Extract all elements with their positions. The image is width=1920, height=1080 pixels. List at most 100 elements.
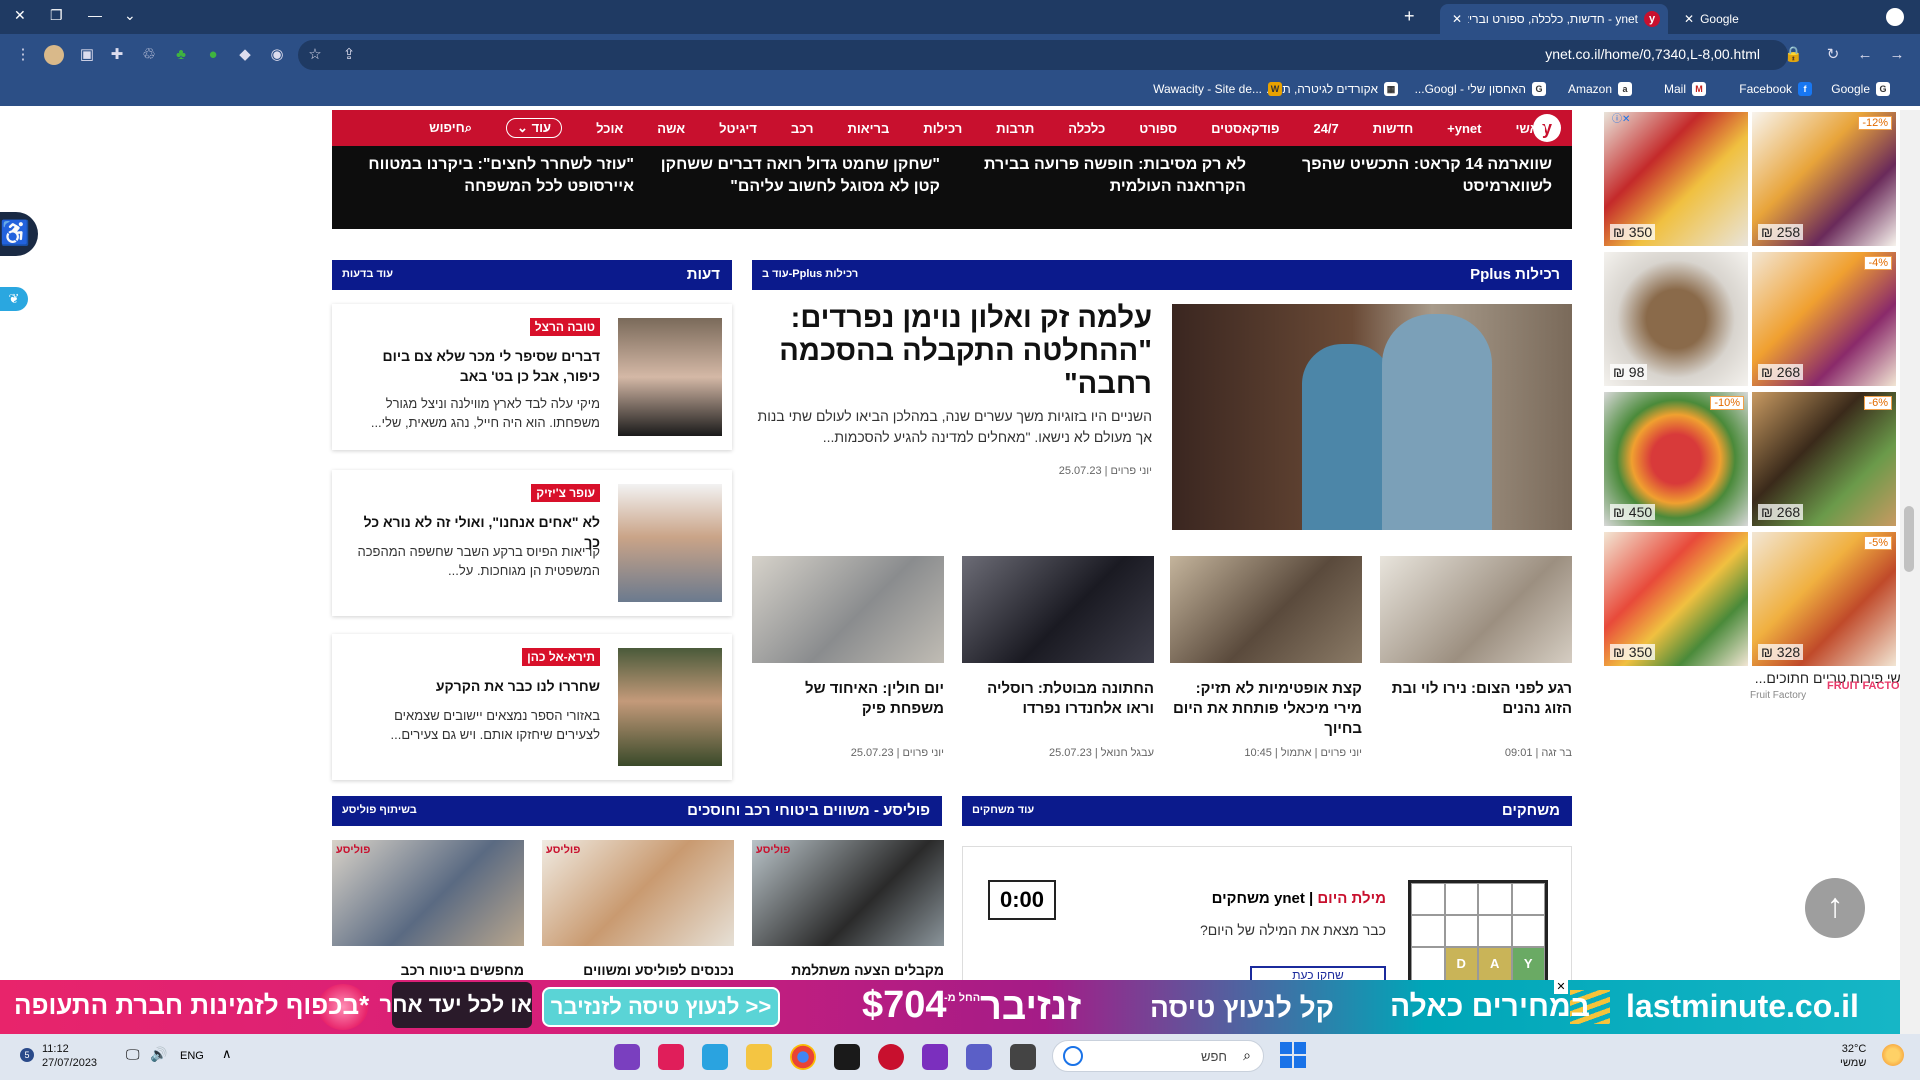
bookmark-facebook[interactable]: f Facebook [1739,82,1812,96]
section-title[interactable]: פוליסע - משווים ביטוחי רכב וחוסכים [687,802,930,819]
game-title[interactable]: מילת היום | ynet משחקים [1172,890,1386,907]
main-story-image[interactable] [1172,304,1572,530]
author-tag[interactable]: תירא-אל כהן [522,648,600,666]
extension-evernote-icon[interactable]: ● [204,46,222,64]
bookmark-amazon[interactable]: a Amazon [1568,82,1632,96]
nav-item-247[interactable]: 24/7 [1313,121,1338,136]
story-title[interactable]: החתונה מבוטלת: רוסליה וראו אלחנדרו נפרדו [962,679,1154,739]
extensions-icon[interactable]: ✚ [108,46,126,64]
tab-ynet[interactable]: y ynet - חדשות, כלכלה, ספורט ובריאות - ד… [1440,4,1668,34]
ad-product[interactable]: ₪ 350 [1604,532,1748,666]
banner-brand[interactable]: lastminute.co.il [1626,988,1859,1025]
opinion-card[interactable]: תירא-אל כהן שחררו לנו כבר את הקרקע באזור… [332,634,732,780]
ad-product[interactable]: ₪ 350 [1604,112,1748,246]
ad-product[interactable]: -6% ₪ 268 [1752,392,1896,526]
slack-icon[interactable] [658,1044,684,1070]
onenote-icon[interactable] [922,1044,948,1070]
google-profile-icon[interactable] [1886,8,1904,26]
nav-item-digital[interactable]: דיגיטל [719,121,757,136]
menu-dots-icon[interactable]: ⋮ [14,46,32,64]
notifications-icon[interactable]: 5 [20,1048,34,1062]
accessibility-icon[interactable]: ♿ [0,212,38,256]
volume-icon[interactable]: 🔊 [150,1046,167,1063]
section-title[interactable]: Pplus רכילות [1470,266,1560,283]
ad-product[interactable]: -4% ₪ 268 [1752,252,1896,386]
opinion-card[interactable]: טובה הרצל דברים שסיפר לי מכר שלא צם ביום… [332,304,732,450]
section-more-link[interactable]: עוד ב-Pplus רכילות [762,268,858,280]
ad-product[interactable]: ₪ 98 [1604,252,1748,386]
extension-bottle-icon[interactable]: ◆ [236,46,254,64]
telegram-icon[interactable] [702,1044,728,1070]
bookmark-chords[interactable]: ▦ אקורדים לגיטרה, תוו... [1266,82,1398,96]
bookmark-star-icon[interactable]: ☆ [306,46,324,64]
tray-chevron-icon[interactable]: ∧ [222,1046,232,1062]
forward-icon[interactable]: → [1888,46,1906,64]
extension-tree-icon[interactable]: ♣ [172,46,190,64]
nav-item-culture[interactable]: תרבות [996,121,1034,136]
nav-item-cars[interactable]: רכב [791,121,814,136]
scroll-to-top-button[interactable]: ↑ [1805,878,1865,938]
fruit-ad[interactable]: -12% ₪ 258 ₪ 350 -4% ₪ 268 ₪ 98 -6% ₪ 268 -… [1604,110,1900,670]
close-window-icon[interactable]: ✕ [14,7,26,24]
section-title[interactable]: דעות [687,266,720,283]
main-story-title[interactable]: עלמה זק ואלון נוימן נפרדים: "ההחלטה התקב… [752,302,1152,401]
gossip-story[interactable]: קצת אופטימיות לא תזיק: מירי מיכאלי פותחת… [1170,556,1362,759]
nav-item-health[interactable]: בריאות [848,121,890,136]
author-tag[interactable]: טובה הרצל [529,318,600,336]
terminal-icon[interactable] [834,1044,860,1070]
policy-card[interactable]: פוליסע מחפשים ביטוח רכב [332,840,524,978]
url-text[interactable]: ynet.co.il/home/0,7340,L-8,00.html [1545,46,1760,62]
sidebar-icon[interactable]: ▣ [78,46,96,64]
policy-title[interactable]: נכנסים לפוליסע ומשווים [542,962,734,978]
tab-google[interactable]: ✕ Google [1676,4,1896,34]
tab-close-icon[interactable]: ✕ [1452,12,1462,26]
banner-close-icon[interactable]: ✕ [1554,980,1568,994]
weather-widget[interactable]: 32°C שמשי [1840,1042,1866,1070]
story-title[interactable]: קצת אופטימיות לא תזיק: מירי מיכאלי פותחת… [1170,679,1362,739]
section-more-link[interactable]: עוד בדעות [342,268,393,280]
bookmark-drive[interactable]: G האחסון שלי - Googl... [1415,82,1546,96]
bookmark-wawacity[interactable]: Wawacity - Site de... W [1153,82,1282,96]
profile-avatar[interactable] [44,45,64,65]
adchoices-icon[interactable]: ⓘ✕ [1612,110,1630,125]
windows-start-icon[interactable] [1280,1042,1306,1068]
extension-recycle-icon[interactable]: ♲ [140,46,158,64]
scrollbar-thumb[interactable] [1904,506,1914,572]
clock[interactable]: 11:12 27/07/2023 [42,1042,97,1070]
app-red-icon[interactable] [878,1044,904,1070]
headline-item[interactable]: לא רק מסיבות: חופשה פרועה בבירת הקרחאנה … [966,154,1246,198]
headline-item[interactable]: שווארמה 14 קראט: התכשיט שהפך לשווארמיסט [1272,154,1552,198]
share-icon[interactable]: ⇪ [340,46,358,64]
nav-item-women[interactable]: אשה [657,121,685,136]
new-tab-icon[interactable]: + [1404,6,1415,27]
tab-close-icon[interactable]: ✕ [1684,12,1694,26]
minimize-window-icon[interactable]: — [88,7,102,23]
headline-item[interactable]: "שחקן שחמט גדול רואה דברים ששחקן קטן לא … [660,154,940,198]
restore-window-icon[interactable]: ❐ [50,7,63,24]
butterfly-icon[interactable]: ❦ [0,287,28,311]
tab-search-icon[interactable]: ⌄ [124,7,136,24]
file-explorer-icon[interactable] [746,1044,772,1070]
page-scrollbar[interactable] [1900,110,1920,1034]
nav-item-food[interactable]: אוכל [596,121,623,136]
policy-title[interactable]: מקבלים הצעה משתלמת [752,962,944,978]
bookmark-mail[interactable]: M Mail [1664,82,1706,96]
nav-item-ynetplus[interactable]: ynet+ [1447,121,1481,136]
nav-item-sport[interactable]: ספורט [1139,121,1177,136]
reload-icon[interactable]: ↻ [1824,46,1842,64]
section-title[interactable]: משחקים [1502,802,1560,819]
bookmark-google[interactable]: G Google [1831,82,1890,96]
headline-item[interactable]: "עוזר לשחרר לחצים": ביקרנו במטווח איירסו… [354,154,634,198]
nav-search[interactable]: ⌕חיפוש [429,120,472,136]
opinion-card[interactable]: עופר צ'יזיק לא "אחים אנחנו", ואולי זה לא… [332,470,732,616]
nav-item-gossip[interactable]: רכילות [923,121,962,136]
gossip-story[interactable]: רגע לפני הצום: נירו לוי ובת הזוג נהנים ב… [1380,556,1572,759]
nav-item-economy[interactable]: כלכלה [1068,121,1105,136]
network-icon[interactable]: 🖵 [126,1046,140,1063]
app-dark-icon[interactable] [1010,1044,1036,1070]
lock-icon[interactable]: 🔒 [1784,46,1803,64]
story-title[interactable]: יום חולין: האיחוד של משפחת פיק [752,679,944,739]
teams-icon[interactable] [966,1044,992,1070]
banner-cta-button[interactable]: לנעוץ טיסה לזנזיבר >> [542,987,780,1027]
story-title[interactable]: רגע לפני הצום: נירו לוי ובת הזוג נהנים [1380,679,1572,739]
